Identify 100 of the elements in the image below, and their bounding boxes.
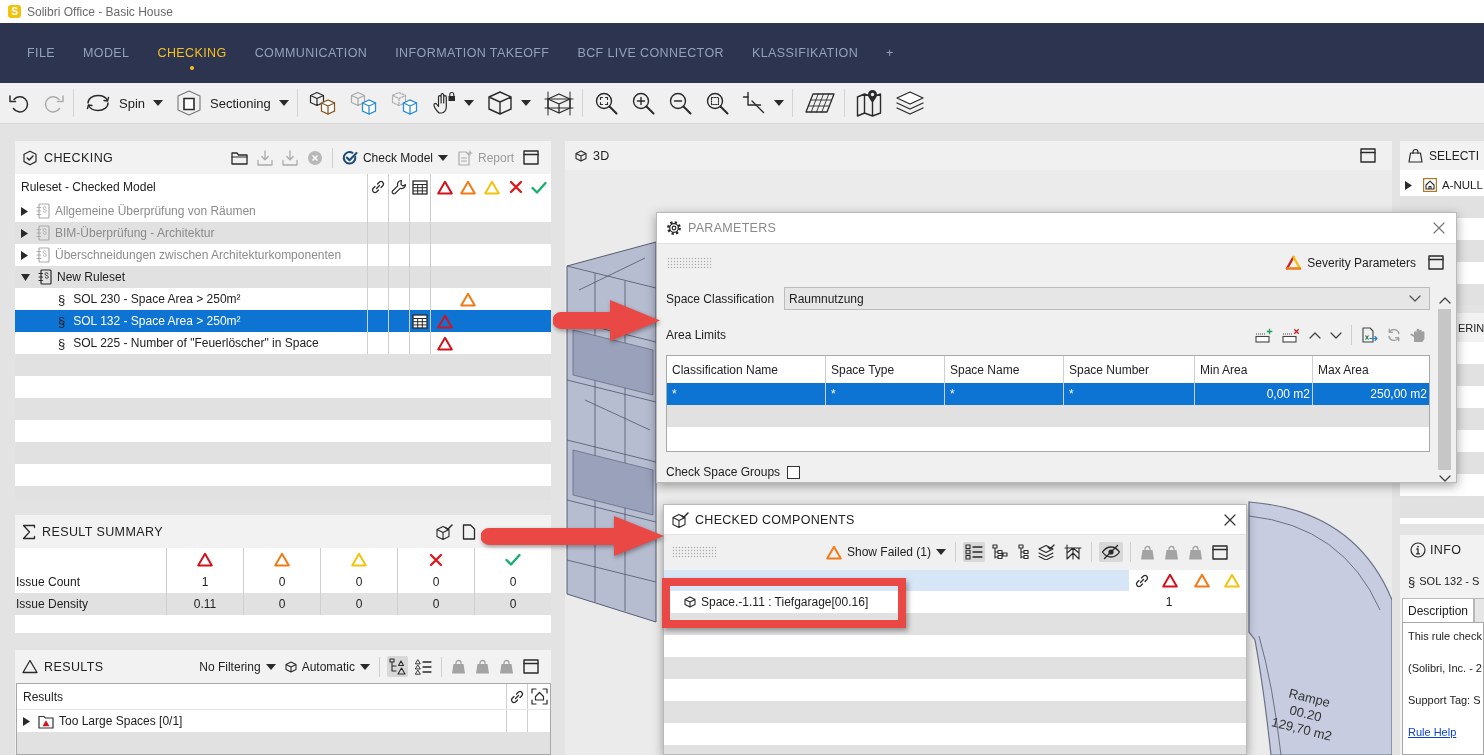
- map-pin-icon: [855, 89, 882, 117]
- cube-icon: [684, 596, 696, 608]
- refresh-icon: [1387, 328, 1401, 342]
- hide-button[interactable]: [1099, 542, 1123, 562]
- description-text: (Solibri, Inc. - 2: [1408, 661, 1482, 675]
- cube-icon: [284, 660, 297, 673]
- maximize-button[interactable]: [1426, 253, 1446, 272]
- close-icon: [1224, 513, 1236, 526]
- window-title: Solibri Office - Basic House: [27, 4, 173, 19]
- window-icon: [1428, 255, 1444, 270]
- bag-icon: [1140, 544, 1155, 560]
- spin-button[interactable]: Spin: [83, 90, 166, 116]
- table-cell: 0: [243, 593, 320, 615]
- network-button[interactable]: [1062, 542, 1084, 562]
- notebook-icon: [36, 247, 50, 263]
- panel-title: 3D: [593, 148, 610, 163]
- warning-triangle-icon: [1224, 573, 1240, 588]
- severity-parameters-button[interactable]: Severity Parameters: [1283, 253, 1418, 272]
- maximize-button[interactable]: [1210, 542, 1230, 562]
- export-button[interactable]: [1359, 325, 1380, 345]
- description-text: Support Tag: S: [1408, 693, 1481, 707]
- filter-dropdown[interactable]: Show Failed (1): [823, 542, 948, 562]
- page-icon: [462, 523, 476, 540]
- rule-icon: §: [58, 313, 66, 329]
- check-model-button[interactable]: Check Model: [339, 147, 450, 168]
- menu-tab[interactable]: FILE: [27, 46, 55, 61]
- sectioning-button[interactable]: Sectioning: [174, 87, 291, 119]
- list-view-icon: [415, 658, 432, 675]
- drag-handle-icon: [672, 546, 718, 558]
- tree-view-button[interactable]: [387, 656, 408, 677]
- list-view-button[interactable]: [963, 542, 985, 562]
- menu-tab[interactable]: BCF LIVE CONNECTOR: [577, 46, 724, 61]
- classification-dropdown[interactable]: Raumnutzung: [784, 287, 1430, 310]
- zoom-box-icon: [704, 91, 729, 115]
- expand-arrow-icon[interactable]: [21, 273, 30, 281]
- layers-button[interactable]: [1036, 542, 1057, 562]
- hierarchy-button[interactable]: [990, 542, 1010, 562]
- caret-icon: [773, 100, 784, 106]
- tab[interactable]: Description: [1402, 598, 1475, 622]
- cube-check-icon: [436, 523, 453, 540]
- expand-arrow-icon[interactable]: [23, 716, 30, 726]
- table-cell-text: *: [671, 386, 678, 403]
- tree-row[interactable]: New Ruleset: [15, 266, 551, 288]
- delete-row-icon: [1282, 327, 1300, 343]
- rule-icon: §: [58, 335, 66, 351]
- rule-icon: §: [58, 291, 66, 307]
- notebook-icon: [36, 225, 50, 241]
- panel-title: RESULTS: [44, 659, 104, 674]
- eye-slash-icon: [1101, 544, 1121, 560]
- maximize-button[interactable]: [521, 148, 541, 167]
- menu-tab[interactable]: CHECKING: [157, 46, 227, 70]
- bag-icon: [475, 659, 490, 674]
- tree-item-label: A-NULL: [1442, 179, 1483, 191]
- components-button[interactable]: [434, 521, 455, 542]
- component-name: Space.-1.11 : Tiefgarage[00.16]: [701, 595, 869, 609]
- checkbox[interactable]: [787, 465, 800, 479]
- grid-plane-icon: [803, 92, 836, 114]
- layers-icon: [894, 90, 925, 116]
- link-icon: [370, 179, 386, 195]
- tree-list-icon: [1017, 544, 1029, 560]
- chevron-up-icon: [1309, 331, 1321, 339]
- section-label: Area Limits: [666, 328, 728, 342]
- cubes-icon: [308, 90, 337, 116]
- download-icon: [256, 149, 273, 166]
- menu-tab[interactable]: MODEL: [83, 46, 130, 61]
- warning-triangle-icon: [436, 179, 453, 195]
- description-text: This rule check: [1408, 629, 1482, 643]
- column-header: Results: [23, 689, 63, 704]
- menu-tab[interactable]: INFORMATION TAKEOFF: [395, 46, 550, 61]
- maximize-button[interactable]: [1358, 146, 1378, 165]
- rule-help-link[interactable]: Rule Help: [1408, 725, 1457, 739]
- table-cell: 0.11: [166, 593, 243, 615]
- warning-triangle-icon: [274, 552, 290, 567]
- filter-dropdown[interactable]: No Filtering: [197, 657, 278, 676]
- link-icon: [1133, 572, 1150, 589]
- add-row-icon: [1255, 327, 1273, 343]
- info-icon: [1410, 541, 1426, 558]
- row-label: Issue Count: [15, 574, 82, 591]
- folder-warning-icon: [38, 713, 54, 729]
- page-button[interactable]: [460, 521, 478, 542]
- field-label: Check Space Groups: [666, 465, 782, 479]
- tree-row[interactable]: § SOL 132 - Space Area > 250m²: [15, 310, 551, 332]
- menu-tab[interactable]: COMMUNICATION: [254, 46, 368, 61]
- menu-tab[interactable]: KLASSIFIKATION: [751, 46, 859, 61]
- drag-handle-icon: [667, 256, 713, 269]
- panel-title: INFO: [1430, 542, 1462, 557]
- home-frame-icon: [530, 688, 548, 705]
- sigma-icon: [22, 523, 36, 540]
- tree-row[interactable]: A-NULL: [1400, 174, 1484, 196]
- tree-list-button[interactable]: [1015, 542, 1031, 562]
- wrench-icon: [391, 179, 407, 195]
- table-icon: [412, 179, 428, 195]
- maximize-button[interactable]: [521, 657, 541, 676]
- gear-icon: [666, 220, 682, 236]
- scroll-thumb[interactable]: [1438, 309, 1451, 470]
- warning-triangle-icon: [460, 179, 477, 195]
- table-row[interactable]: * * * * 0,00 m2 250,00 m2: [667, 383, 1429, 405]
- mode-dropdown[interactable]: Automatic: [282, 657, 372, 676]
- expand-arrow-icon[interactable]: [1405, 180, 1412, 190]
- menu-tab[interactable]: +: [886, 46, 894, 61]
